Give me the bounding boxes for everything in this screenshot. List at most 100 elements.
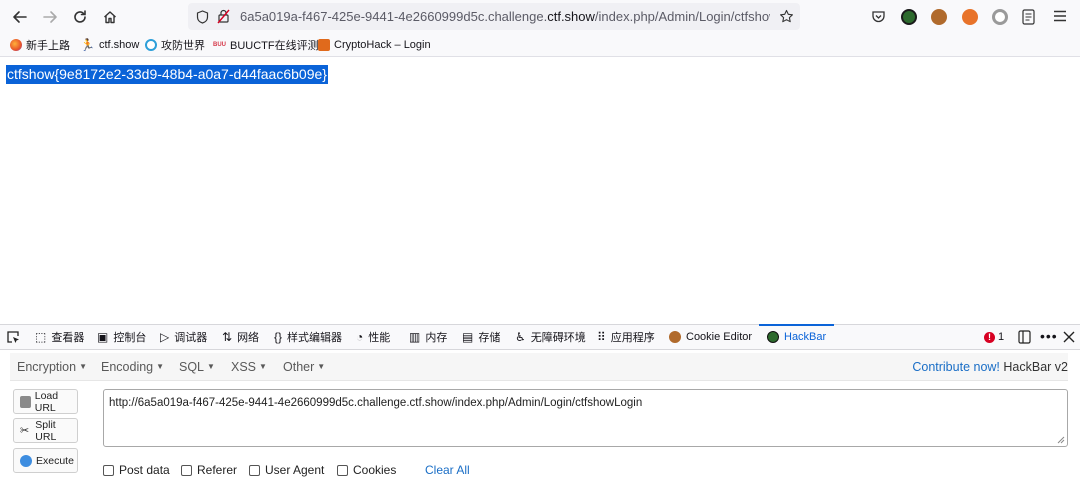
post-data-checkbox[interactable]: Post data bbox=[103, 463, 170, 477]
network-icon: ⇅ bbox=[222, 330, 233, 344]
hackbar-version: Contribute now! HackBar v2 bbox=[912, 360, 1068, 374]
menu-label: XSS bbox=[231, 360, 257, 374]
clear-all-link[interactable]: Clear All bbox=[425, 463, 470, 477]
chevron-down-icon: ▼ bbox=[79, 362, 87, 371]
error-indicator[interactable]: ! 1 bbox=[984, 331, 1004, 343]
tab-label: 内存 bbox=[425, 332, 448, 344]
menu-label: Encryption bbox=[17, 360, 77, 374]
flag-text[interactable]: ctfshow{9e8172e2-33d9-48b4-a0a7-d44faac6… bbox=[6, 65, 328, 84]
checkbox-label: Cookies bbox=[353, 463, 397, 477]
menu-label: Encoding bbox=[101, 360, 154, 374]
cookies-checkbox[interactable]: Cookies bbox=[337, 463, 396, 477]
user-agent-checkbox[interactable]: User Agent bbox=[249, 463, 324, 477]
checkbox-box bbox=[103, 464, 114, 476]
tab-label: 应用程序 bbox=[610, 332, 655, 344]
forward-button[interactable] bbox=[38, 5, 62, 29]
tab-network[interactable]: ⇅ 网络 bbox=[222, 325, 259, 349]
button-label: Execute bbox=[36, 454, 74, 467]
menu-icon[interactable] bbox=[1053, 10, 1067, 22]
chevron-down-icon: ▼ bbox=[156, 362, 165, 371]
bookmark-star-icon[interactable] bbox=[779, 9, 794, 24]
bookmark-gongfang[interactable]: 攻防世界 bbox=[145, 37, 205, 53]
tab-memory[interactable]: ▥ 内存 bbox=[409, 325, 447, 349]
tab-performance[interactable]: ◔ 性能 bbox=[356, 325, 390, 349]
extension-green-icon[interactable] bbox=[901, 9, 917, 25]
checkbox-label: User Agent bbox=[265, 463, 325, 477]
version-label: HackBar v2 bbox=[1003, 360, 1068, 374]
tab-inspector[interactable]: ⬚ 查看器 bbox=[35, 325, 84, 349]
tab-application[interactable]: ⠿ 应用程序 bbox=[597, 325, 655, 349]
bookmark-label: BUUCTF在线评测 bbox=[230, 40, 319, 52]
button-label: Split URL bbox=[35, 418, 57, 443]
menu-xss[interactable]: XSS ▼ bbox=[231, 360, 267, 374]
url-value: http://6a5a019a-f467-425e-9441-4e2660999… bbox=[109, 397, 643, 409]
memory-icon: ▥ bbox=[409, 330, 421, 344]
resize-handle-icon[interactable] bbox=[1055, 434, 1065, 444]
cookie-extension-icon[interactable] bbox=[931, 9, 947, 25]
menu-sql[interactable]: SQL ▼ bbox=[179, 360, 215, 374]
pocket-icon[interactable] bbox=[871, 9, 886, 24]
load-url-button[interactable]: Load URL bbox=[13, 389, 78, 414]
page-content: ctfshow{9e8172e2-33d9-48b4-a0a7-d44faac6… bbox=[0, 58, 1080, 324]
split-url-button[interactable]: ✂ Split URL bbox=[13, 418, 78, 443]
menu-encryption[interactable]: Encryption ▼ bbox=[17, 360, 87, 374]
firefox-icon bbox=[10, 39, 22, 51]
close-icon[interactable] bbox=[1063, 331, 1075, 343]
application-icon: ⠿ bbox=[597, 330, 606, 344]
globe-icon bbox=[145, 39, 157, 51]
reader-icon[interactable] bbox=[1022, 9, 1035, 25]
checkbox-box bbox=[337, 464, 348, 476]
menu-other[interactable]: Other ▼ bbox=[283, 360, 325, 374]
address-bar[interactable]: 6a5a019a-f467-425e-9441-4e2660999d5c.cha… bbox=[188, 3, 800, 30]
hackbar-panel: Encryption ▼ Encoding ▼ SQL ▼ XSS ▼ Other ▼ C… bbox=[0, 350, 1080, 486]
tab-label: 性能 bbox=[368, 332, 391, 344]
dock-icon[interactable] bbox=[1018, 330, 1031, 344]
tab-console[interactable]: ▣ 控制台 bbox=[97, 325, 146, 349]
bookmark-xinshou[interactable]: 新手上路 bbox=[10, 37, 70, 53]
error-count: 1 bbox=[998, 331, 1005, 343]
element-picker-icon[interactable] bbox=[6, 330, 20, 344]
tab-label: 查看器 bbox=[51, 332, 85, 344]
inspector-icon: ⬚ bbox=[35, 330, 47, 344]
contribute-link[interactable]: Contribute now! bbox=[912, 360, 1000, 374]
storage-icon: ▤ bbox=[462, 330, 474, 344]
accessibility-icon: ♿ bbox=[515, 330, 526, 344]
tab-hackbar[interactable]: HackBar bbox=[758, 324, 835, 349]
bookmarks-toolbar: 新手上路 🏃 ctf.show 攻防世界 BUU BUUCTF在线评测 Cryp… bbox=[0, 33, 1080, 57]
extension-gray-icon[interactable] bbox=[992, 9, 1008, 25]
bookmark-buuctf[interactable]: BUU BUUCTF在线评测 bbox=[213, 37, 319, 53]
reload-button[interactable] bbox=[68, 5, 92, 29]
tab-style-editor[interactable]: {} 样式编辑器 bbox=[274, 325, 342, 349]
home-button[interactable] bbox=[98, 5, 122, 29]
play-icon bbox=[20, 454, 32, 467]
bookmark-label: CryptoHack – Login bbox=[334, 39, 431, 51]
tab-debugger[interactable]: ▷ 调试器 bbox=[160, 325, 207, 349]
tab-label: 存储 bbox=[478, 332, 501, 344]
checkbox-label: Referer bbox=[197, 463, 238, 477]
bookmark-label: 新手上路 bbox=[26, 40, 70, 52]
tab-label: Cookie Editor bbox=[686, 331, 753, 343]
debugger-icon: ▷ bbox=[160, 330, 170, 344]
menu-encoding[interactable]: Encoding ▼ bbox=[101, 360, 164, 374]
tab-storage[interactable]: ▤ 存储 bbox=[462, 325, 500, 349]
load-url-icon bbox=[20, 395, 31, 408]
tab-label: 样式编辑器 bbox=[287, 332, 343, 344]
url-textarea[interactable]: http://6a5a019a-f467-425e-9441-4e2660999… bbox=[103, 389, 1068, 447]
runner-icon: 🏃 bbox=[80, 38, 95, 52]
bookmark-ctfshow[interactable]: 🏃 ctf.show bbox=[80, 37, 139, 53]
referer-checkbox[interactable]: Referer bbox=[181, 463, 237, 477]
more-options-icon[interactable]: ••• bbox=[1040, 328, 1058, 344]
chevron-down-icon: ▼ bbox=[317, 362, 326, 371]
menu-label: Other bbox=[283, 360, 315, 374]
back-button[interactable] bbox=[8, 5, 32, 29]
execute-button[interactable]: Execute bbox=[13, 448, 78, 473]
tab-accessibility[interactable]: ♿ 无障碍环境 bbox=[515, 325, 586, 349]
home-icon bbox=[104, 11, 116, 24]
tab-cookie-editor[interactable]: Cookie Editor bbox=[669, 325, 752, 349]
bookmark-cryptohack[interactable]: CryptoHack – Login bbox=[318, 37, 431, 53]
blocked-extension-icon[interactable] bbox=[962, 9, 978, 25]
hackbar-menu: Encryption ▼ Encoding ▼ SQL ▼ XSS ▼ Other ▼ C… bbox=[10, 353, 1068, 381]
forward-arrow-icon bbox=[43, 11, 57, 23]
navigation-toolbar: 6a5a019a-f467-425e-9441-4e2660999d5c.cha… bbox=[0, 0, 1080, 33]
devtools-tab-bar: ⬚ 查看器 ▣ 控制台 ▷ 调试器 ⇅ 网络 {} 样式编辑器 ◔ 性能 ▥ 内存 ▤ 存储 ♿… bbox=[0, 324, 1080, 350]
